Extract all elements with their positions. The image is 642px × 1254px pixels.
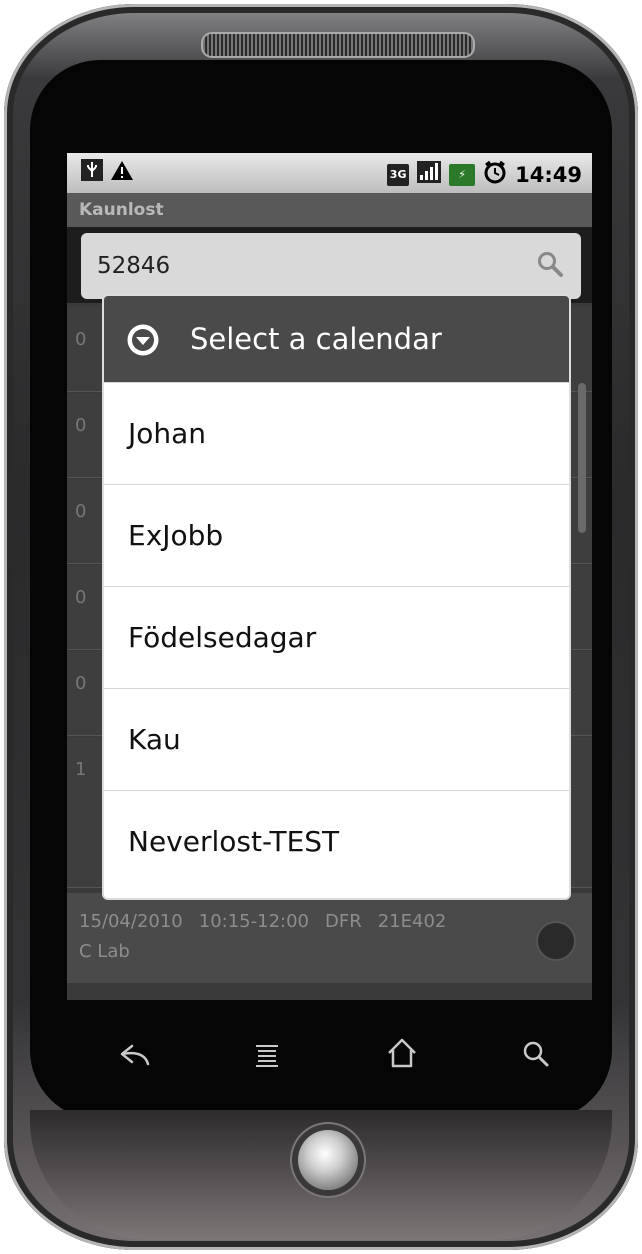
search-hardware-icon[interactable] xyxy=(520,1038,552,1070)
calendar-option[interactable]: Födelsedagar xyxy=(104,586,569,688)
home-icon[interactable] xyxy=(385,1036,419,1070)
status-bar: 3G ⚡ 14:49 xyxy=(67,153,592,193)
status-dot[interactable] xyxy=(536,921,576,961)
status-left-icons xyxy=(81,159,134,187)
trackball[interactable] xyxy=(298,1130,358,1190)
list-item-visible[interactable]: 15/04/2010 10:15-12:00 DFR 21E402 C Lab xyxy=(67,893,592,983)
status-right: 3G ⚡ 14:49 xyxy=(387,160,582,189)
item-code: DFR xyxy=(325,911,362,932)
menu-icon[interactable] xyxy=(252,1040,282,1070)
search-bar[interactable]: 52846 xyxy=(81,233,581,299)
calendar-option[interactable]: Johan xyxy=(104,382,569,484)
battery-icon: ⚡ xyxy=(449,163,476,186)
dialog-title-bar: Select a calendar xyxy=(104,296,569,382)
warning-icon xyxy=(110,161,134,187)
status-time: 14:49 xyxy=(515,162,582,187)
speaker-grille xyxy=(201,32,475,58)
signal-icon xyxy=(417,161,442,188)
usb-icon xyxy=(81,159,110,187)
item-room: 21E402 xyxy=(377,911,447,932)
dialog-title: Select a calendar xyxy=(190,322,442,356)
item-time: 10:15-12:00 xyxy=(198,911,309,932)
network-3g-icon: 3G xyxy=(387,163,410,186)
back-icon[interactable] xyxy=(118,1040,154,1070)
search-input[interactable]: 52846 xyxy=(97,253,170,279)
calendar-option[interactable]: Kau xyxy=(104,688,569,790)
item-date: 15/04/2010 xyxy=(79,911,183,932)
scrollbar[interactable] xyxy=(578,383,586,533)
calendar-option[interactable]: ExJobb xyxy=(104,484,569,586)
item-description: C Lab xyxy=(79,941,130,962)
calendar-option[interactable]: Neverlost-TEST xyxy=(104,790,569,892)
calendar-dialog: Select a calendar Johan ExJobb Födelseda… xyxy=(102,294,571,900)
dropdown-icon xyxy=(127,324,159,356)
alarm-icon xyxy=(483,160,507,189)
app-title-bar: Kaunlost xyxy=(67,193,592,227)
app-title: Kaunlost xyxy=(79,200,164,220)
search-icon[interactable] xyxy=(537,251,563,277)
